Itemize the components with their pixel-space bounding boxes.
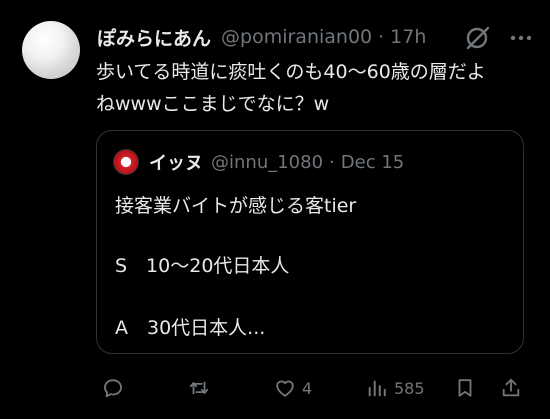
bookmark-button[interactable] <box>454 374 476 402</box>
reply-icon <box>104 379 122 398</box>
separator-dot: · <box>329 151 335 173</box>
quoted-display-name: イッヌ <box>149 153 203 174</box>
quoted-text-line: S 10〜20代日本人 <box>115 255 290 277</box>
quoted-avatar <box>113 149 139 175</box>
views-count: 585 <box>394 378 425 398</box>
share-button[interactable] <box>500 374 522 402</box>
user-handle[interactable]: @pomiranian00 <box>221 26 372 48</box>
display-name[interactable]: ぽみらにあん <box>97 24 211 51</box>
bookmark-icon <box>458 379 472 397</box>
tweet-text-line: 歩いてる時道に痰吐くのも40〜60歳の層だよ <box>96 61 486 83</box>
retweet-button[interactable] <box>188 374 210 402</box>
action-bar: 4 585 <box>96 374 526 402</box>
separator-dot: · <box>378 26 385 48</box>
grok-icon[interactable] <box>464 24 492 52</box>
reply-button[interactable] <box>102 374 124 402</box>
views-button[interactable]: 585 <box>366 374 425 402</box>
share-icon <box>502 378 520 397</box>
quoted-handle: @innu_1080 <box>211 151 324 173</box>
quoted-text-line: 接客業バイトが感じる客tier <box>115 195 357 217</box>
retweet-icon <box>189 381 209 395</box>
tweet-text: 歩いてる時道に痰吐くのも40〜60歳の層だよ ねwwwここまじでなに？w <box>96 56 516 120</box>
tweet-text-line: ねwwwここまじでなに？w <box>96 93 330 115</box>
quoted-timestamp: Dec 15 <box>340 151 405 173</box>
like-count: 4 <box>302 378 313 398</box>
views-icon <box>368 380 386 397</box>
quoted-text-line: A 30代日本人... <box>115 317 266 339</box>
quoted-tweet-header: イッヌ @innu_1080 · Dec 15 <box>113 149 404 175</box>
timestamp[interactable]: 17h <box>390 26 426 48</box>
quoted-tweet[interactable]: イッヌ @innu_1080 · Dec 15 接客業バイトが感じる客tier … <box>96 130 524 354</box>
like-button[interactable]: 4 <box>274 374 312 402</box>
more-icon[interactable] <box>508 26 534 50</box>
like-icon <box>276 380 294 397</box>
avatar[interactable] <box>22 21 80 79</box>
